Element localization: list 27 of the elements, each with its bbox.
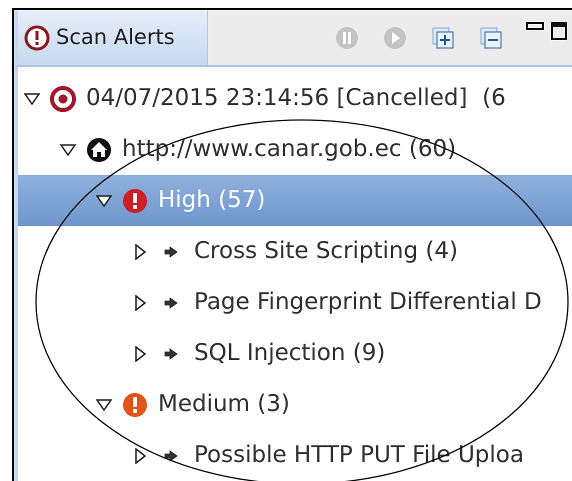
tree-item[interactable]: Possible HTTP PUT File Uploa [18,430,572,481]
minimize-button[interactable] [526,22,544,30]
tree-item-label: SQL Injection (9) [194,339,386,368]
tree-item-label: Cross Site Scripting (4) [194,237,458,266]
alert-icon [24,24,50,50]
tree-item[interactable]: Medium (3) [18,379,572,430]
tree-item[interactable]: Cross Site Scripting (4) [18,226,572,277]
tree-item-label: Medium (3) [158,390,290,420]
tree-item-label: Page Fingerprint Differential D [194,288,542,318]
expanded-arrow-icon[interactable] [24,90,40,106]
arrow-icon [164,348,178,360]
expanded-arrow-icon[interactable] [60,142,76,158]
view-tab[interactable]: Scan Alerts [18,10,208,65]
arrow-icon [164,450,178,462]
tree-item-label: High (57) [158,186,266,216]
arrow-icon [164,296,178,308]
expanded-arrow-icon[interactable] [96,192,112,208]
tree-item[interactable]: 04/07/2015 23:14:56 [Cancelled] (6 [18,73,572,124]
maximize-button[interactable] [551,22,567,40]
arrow-icon [164,246,178,258]
tree-item-label: Possible HTTP PUT File Uploa [194,441,524,470]
tree-item[interactable]: SQL Injection (9) [18,328,572,379]
target-icon [50,86,76,112]
expanded-arrow-icon[interactable] [96,396,112,412]
house-icon [86,136,112,162]
tree-item-label: 04/07/2015 23:14:56 [Cancelled] (6 [86,84,506,114]
tree-item[interactable]: Page Fingerprint Differential D [18,277,572,328]
